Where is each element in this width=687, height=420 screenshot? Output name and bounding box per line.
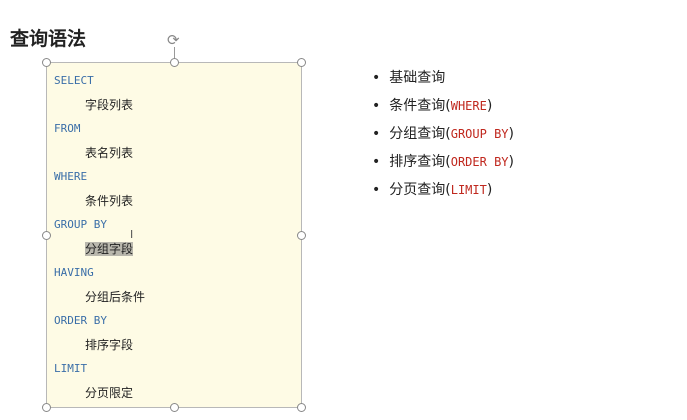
sql-clause-value: 条件列表 — [85, 189, 133, 213]
resize-handle-t[interactable] — [170, 58, 179, 67]
sql-clause-value: 排序字段 — [85, 333, 133, 357]
bullet-item: • 分组查询(GROUP BY) — [372, 120, 514, 148]
resize-handle-br[interactable] — [297, 403, 306, 412]
sql-clause-value: 字段列表 — [85, 93, 133, 117]
sql-clause-value: 分组后条件 — [85, 285, 145, 309]
clause-text: 分组字段 — [85, 242, 134, 256]
bullet-keyword: LIMIT — [450, 183, 487, 197]
sql-keyword: HAVING — [54, 266, 94, 279]
resize-handle-tr[interactable] — [297, 58, 306, 67]
bullet-icon: • — [372, 154, 381, 170]
bullet-list: • 基础查询 • 条件查询(WHERE) • 分组查询(GROUP BY) • 排序查询(OR… — [372, 64, 514, 204]
clause-text: 表名列表 — [85, 146, 134, 160]
resize-handle-tl[interactable] — [42, 58, 51, 67]
bullet-icon: • — [372, 98, 381, 114]
sql-clause-value: 分页限定 — [85, 381, 133, 405]
clause-text: 排序字段 — [85, 338, 134, 352]
bullet-icon: • — [372, 70, 381, 86]
bullet-text: 排序查询( — [389, 154, 451, 170]
sql-clause-value: 表名列表 — [85, 141, 133, 165]
sql-keyword: FROM — [54, 122, 81, 135]
sql-keyword: SELECT — [54, 74, 94, 87]
bullet-keyword: ORDER BY — [450, 155, 509, 169]
code-textbox[interactable]: SELECT 字段列表 FROM 表名列表 WHERE 条件列表 GROUP BY 分组字段 H… — [46, 62, 302, 408]
clause-text: 字段列表 — [85, 98, 134, 112]
bullet-text: 分页查询( — [389, 182, 451, 198]
sql-clause-value: 分组字段 — [85, 237, 134, 261]
bullet-text: 基础查询 — [389, 70, 446, 86]
sql-keyword: WHERE — [54, 170, 88, 183]
bullet-text: 分组查询( — [389, 126, 451, 142]
bullet-paren: ) — [486, 182, 493, 198]
resize-handle-b[interactable] — [170, 403, 179, 412]
sql-keyword: ORDER BY — [54, 314, 107, 327]
resize-handle-bl[interactable] — [42, 403, 51, 412]
resize-handle-l[interactable] — [42, 231, 51, 240]
bullet-keyword: GROUP BY — [450, 127, 509, 141]
sql-keyword: GROUP BY — [54, 218, 107, 231]
bullet-item: • 基础查询 — [372, 64, 514, 92]
bullet-paren: ) — [508, 126, 514, 142]
clause-text: 分页限定 — [85, 386, 134, 400]
clause-text: 条件列表 — [85, 194, 134, 208]
bullet-item: • 排序查询(ORDER BY) — [372, 148, 514, 176]
bullet-text: 条件查询( — [389, 98, 451, 114]
resize-handle-r[interactable] — [297, 231, 306, 240]
bullet-paren: ) — [486, 98, 493, 114]
bullet-item: • 条件查询(WHERE) — [372, 92, 514, 120]
clause-text: 分组后条件 — [85, 290, 146, 304]
sql-keyword: LIMIT — [54, 362, 88, 375]
text-cursor-icon: I — [130, 228, 134, 241]
bullet-item: • 分页查询(LIMIT) — [372, 176, 514, 204]
bullet-paren: ) — [508, 154, 514, 170]
bullet-icon: • — [372, 182, 381, 198]
bullet-icon: • — [372, 126, 381, 142]
slide-title: 查询语法 — [10, 28, 87, 50]
bullet-keyword: WHERE — [450, 99, 487, 113]
